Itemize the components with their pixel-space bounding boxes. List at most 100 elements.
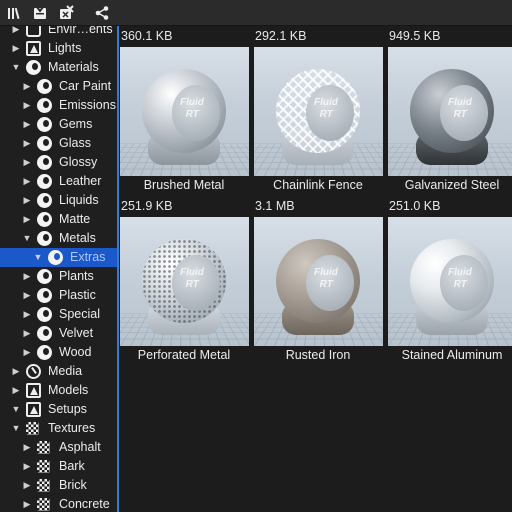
tree-item[interactable]: ▶ Leather [0,172,117,191]
tree-item[interactable]: ▼ Textures [0,419,117,438]
expand-arrow-icon[interactable]: ▶ [22,343,32,362]
expand-arrow-icon[interactable]: ▶ [11,381,21,400]
material-ball-icon [37,307,52,322]
lights-icon [26,41,41,56]
expand-arrow-icon[interactable]: ▶ [22,77,32,96]
collapse-arrow-icon[interactable]: ▼ [11,419,21,438]
tree-item-label: Asphalt [59,440,101,454]
material-ball-icon [37,174,52,189]
expand-arrow-icon[interactable]: ▶ [22,305,32,324]
remove-icon[interactable] [56,3,76,23]
fluidrt-logo: Fluid RT [180,267,204,290]
tree-item[interactable]: ▼ Extras [0,248,117,267]
tree-item[interactable]: ▼ Metals [0,229,117,248]
material-name: Galvanized Steel [404,178,500,192]
material-ball-icon [26,60,41,75]
tree-item[interactable]: ▶ Emissions [0,96,117,115]
collapse-arrow-icon[interactable]: ▼ [33,248,43,267]
checker-icon [37,460,50,473]
expand-arrow-icon[interactable]: ▶ [22,286,32,305]
tree-item[interactable]: ▶ Plastic [0,286,117,305]
material-tile[interactable]: 949.5 KB Fluid RT Galvanized Steel [387,26,512,194]
tree-item[interactable]: ▶ Glass [0,134,117,153]
import-icon[interactable] [30,3,50,23]
expand-arrow-icon[interactable]: ▶ [22,476,32,495]
tree-item[interactable]: ▶ Models [0,381,117,400]
expand-arrow-icon[interactable]: ▶ [22,96,32,115]
expand-arrow-icon[interactable]: ▶ [22,134,32,153]
tree-item-label: Car Paint [59,79,112,93]
expand-arrow-icon[interactable]: ▶ [11,362,21,381]
expand-arrow-icon[interactable]: ▶ [22,495,32,512]
tree-item-label: Emissions [59,98,116,112]
tree-item-label: Media [48,364,83,378]
tree-item-label: Lights [48,41,82,55]
tree-item-label: Models [48,383,89,397]
tree-item[interactable]: ▶ Velvet [0,324,117,343]
tree-item-label: Velvet [59,326,94,340]
material-ball-icon [37,212,52,227]
material-tile[interactable]: 292.1 KB Fluid RT Chainlink Fence [253,26,383,194]
expand-arrow-icon[interactable]: ▶ [22,457,32,476]
collapse-arrow-icon[interactable]: ▼ [11,400,21,419]
material-ball-icon [37,269,52,284]
expand-arrow-icon[interactable]: ▶ [11,26,21,39]
material-ball-icon [37,288,52,303]
tree-item[interactable]: ▼ Setups [0,400,117,419]
material-tile[interactable]: 360.1 KB Fluid RT Brushed Metal [119,26,249,194]
lights-icon [26,383,41,398]
expand-arrow-icon[interactable]: ▶ [22,153,32,172]
tree-item[interactable]: ▼ Materials [0,58,117,77]
material-tile[interactable]: 3.1 MB Fluid RT Rusted Iron [253,196,383,364]
tree-item-label: Plants [59,269,94,283]
expand-arrow-icon[interactable]: ▶ [22,267,32,286]
library-icon[interactable] [4,3,24,23]
file-size: 3.1 MB [255,199,295,213]
tree-item[interactable]: ▶ Bark [0,457,117,476]
fluidrt-logo: Fluid RT [180,97,204,120]
tree-item[interactable]: ▶ Media [0,362,117,381]
expand-arrow-icon[interactable]: ▶ [22,172,32,191]
tree-item[interactable]: ▶ Concrete [0,495,117,512]
tree-item[interactable]: ▶ Wood [0,343,117,362]
expand-arrow-icon[interactable]: ▶ [22,438,32,457]
collapse-arrow-icon[interactable]: ▼ [11,58,21,77]
tree-item[interactable]: ▶ Liquids [0,191,117,210]
material-name: Chainlink Fence [273,178,363,192]
material-thumbnail[interactable]: Fluid RT [254,47,383,176]
collapse-arrow-icon[interactable]: ▼ [22,229,32,248]
material-thumbnail[interactable]: Fluid RT [120,217,249,346]
expand-arrow-icon[interactable]: ▶ [22,210,32,229]
tree-item[interactable]: ▶ Plants [0,267,117,286]
material-ball-icon [37,193,52,208]
expand-arrow-icon[interactable]: ▶ [22,191,32,210]
material-thumbnail[interactable]: Fluid RT [388,47,512,176]
tree-item[interactable]: ▶ Asphalt [0,438,117,457]
material-tile[interactable]: 251.9 KB Fluid RT Perforated Metal [119,196,249,364]
tree-item[interactable]: ▶ Special [0,305,117,324]
share-icon[interactable] [92,3,112,23]
tree-item-label: Special [59,307,100,321]
tree-item[interactable]: ▶ Matte [0,210,117,229]
expand-arrow-icon[interactable]: ▶ [22,115,32,134]
fluidrt-logo: Fluid RT [314,97,338,120]
expand-arrow-icon[interactable]: ▶ [22,324,32,343]
tree-item-label: Matte [59,212,91,226]
material-name: Perforated Metal [137,348,231,362]
tree-item[interactable]: ▶ Envir…ents [0,26,117,39]
material-tile[interactable]: 251.0 KB Fluid RT Stained Aluminum [387,196,512,364]
media-icon [26,364,41,379]
checker-icon [37,479,50,492]
material-ball-icon [37,155,52,170]
material-thumbnail[interactable]: Fluid RT [120,47,249,176]
expand-arrow-icon[interactable]: ▶ [11,39,21,58]
library-tree: ▶ Envir…ents ▶ Lights ▼ Materials ▶ Car Paint ▶ E… [0,26,119,512]
tree-item[interactable]: ▶ Gems [0,115,117,134]
tree-item[interactable]: ▶ Brick [0,476,117,495]
material-ball-icon [37,117,52,132]
tree-item[interactable]: ▶ Lights [0,39,117,58]
tree-item[interactable]: ▶ Car Paint [0,77,117,96]
material-thumbnail[interactable]: Fluid RT [254,217,383,346]
material-thumbnail[interactable]: Fluid RT [388,217,512,346]
tree-item[interactable]: ▶ Glossy [0,153,117,172]
